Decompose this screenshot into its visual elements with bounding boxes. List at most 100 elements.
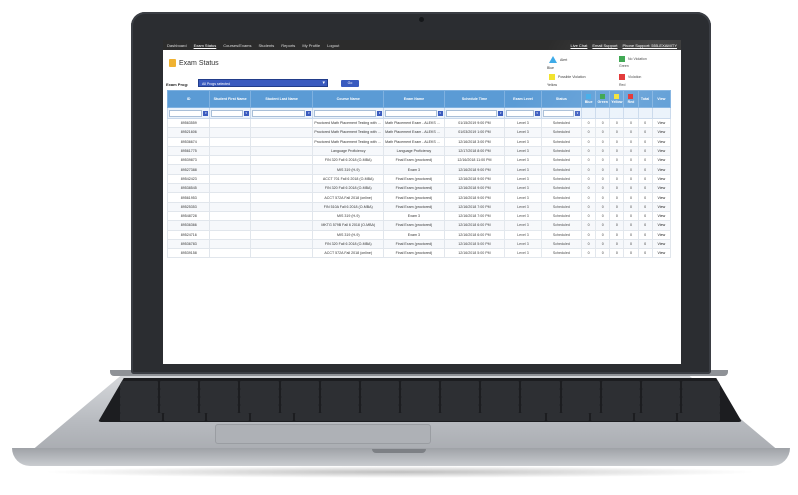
filter-icon[interactable]: ▾ (377, 110, 383, 116)
view-link[interactable]: View (651, 229, 671, 240)
table-row[interactable]: 89536783 FIN 320 Fall 6 2018 (O-MBA) Final… (167, 238, 671, 250)
key (240, 381, 279, 389)
view-link[interactable]: View (651, 136, 671, 147)
view-link[interactable]: View (651, 210, 671, 222)
table-cell (249, 210, 314, 222)
table-cell: Scheduled (540, 145, 583, 157)
table-row[interactable]: 89561775 Language Proficiency Language Pro… (167, 145, 671, 157)
nav-support-link-0[interactable]: Live Chat (570, 43, 587, 48)
table-row[interactable]: 89527388 MIS 319 (H-9) Exam 3 12/16/2018 9:… (167, 164, 671, 175)
table-row[interactable]: 89539158 ACCT 572A Fall 2018 (online) Fina… (167, 248, 671, 259)
key (360, 381, 399, 389)
view-link[interactable]: View (651, 155, 671, 166)
filter-icon[interactable]: ▾ (437, 110, 443, 116)
filter-icon[interactable]: ▾ (498, 110, 504, 116)
table-row[interactable]: 89536366 MKTG 579B Fall 6 2018 (O-MBA) Fin… (167, 220, 671, 231)
table-cell (249, 155, 314, 166)
table-cell: 0 (609, 173, 625, 185)
filter-icon[interactable]: ▾ (534, 110, 540, 116)
table-row[interactable]: 89563559 Proctored Math Placement Testing… (167, 117, 671, 129)
table-row[interactable]: 89524716 MIS 319 (H-9) Exam 3 12/16/2018 6:… (167, 229, 671, 240)
filter-input[interactable] (385, 109, 437, 117)
table-row[interactable]: 89542423 ACCT 701 Fall 6 2018 (O-MBA) Fina… (167, 173, 671, 185)
table-row[interactable]: 89525353 FIN 510A Fall 6 2018 (O-MBA) Fina… (167, 201, 671, 212)
table-cell: 12/16/2018 3:00 PM (443, 136, 506, 147)
exam-prog-select[interactable]: All Progs selected (198, 79, 328, 87)
filter-cell: ▾ (312, 107, 385, 119)
column-header-student-last-name[interactable]: Student Last Name (249, 90, 314, 108)
view-link[interactable]: View (651, 192, 671, 203)
view-link[interactable]: View (651, 220, 671, 231)
column-header-status[interactable]: Status (540, 90, 583, 108)
column-header-blue[interactable]: Blue (581, 90, 597, 108)
column-header-course-name[interactable]: Course Name (312, 90, 385, 108)
table-row[interactable]: 89538545 FIN 320 Fall 6 2018 (O-MBA) Final… (167, 183, 671, 194)
table-cell: 89539873 (167, 155, 211, 166)
nav-support-link-2[interactable]: Phone Support: 555-EXAMITY (623, 43, 677, 48)
column-header-student-first-name[interactable]: Student First Name (209, 90, 251, 108)
view-link[interactable]: View (651, 248, 671, 259)
table-row[interactable]: 89548728 MIS 319 (H-9) Exam 3 12/16/2018 7:… (167, 210, 671, 222)
view-link[interactable]: View (651, 164, 671, 175)
view-link[interactable]: View (651, 173, 671, 185)
view-link[interactable]: View (651, 183, 671, 194)
nav-item-my-profile[interactable]: My Profile (302, 43, 320, 48)
filter-input[interactable] (542, 109, 575, 117)
column-header-label: Student First Name (213, 97, 247, 101)
filter-icon[interactable]: ▾ (575, 110, 581, 116)
nav-item-students[interactable]: Students (259, 43, 275, 48)
column-header-id[interactable]: ID (167, 90, 211, 108)
nav-item-logout[interactable]: Logout (327, 43, 339, 48)
filter-icon[interactable]: ▾ (243, 110, 249, 116)
table-cell: Scheduled (540, 238, 583, 250)
table-row[interactable]: 89536674 Proctored Math Placement Testing… (167, 136, 671, 147)
table-cell: 0 (637, 192, 653, 203)
filter-input[interactable] (445, 109, 498, 117)
filter-input[interactable] (169, 109, 203, 117)
filter-icon[interactable]: ▾ (306, 110, 312, 116)
column-header-yellow[interactable]: Yellow (609, 90, 625, 108)
nav-item-exam-status[interactable]: Exam Status (194, 43, 217, 48)
table-cell: 89525353 (167, 201, 211, 212)
nav-item-reports[interactable]: Reports (281, 43, 295, 48)
key (200, 405, 239, 413)
key (320, 389, 359, 397)
view-link[interactable]: View (651, 238, 671, 250)
column-header-red[interactable]: Red (623, 90, 639, 108)
go-button[interactable]: Go (341, 80, 359, 87)
webcam-icon (419, 17, 424, 22)
column-header-exam-level[interactable]: Exam Level (504, 90, 542, 108)
filter-input[interactable] (506, 109, 534, 117)
column-header-view[interactable]: View (651, 90, 671, 108)
table-row[interactable]: 89539873 FIN 320 Fall 6 2018 (O-MBA) Final… (167, 155, 671, 166)
table-row[interactable]: 89561953 ACCT 572A Fall 2018 (online) Fina… (167, 192, 671, 203)
filter-icon[interactable]: ▾ (203, 110, 209, 116)
view-link[interactable]: View (651, 117, 671, 129)
column-header-green[interactable]: Green (595, 90, 611, 108)
nav-item-courses-exams[interactable]: Courses/Exams (223, 43, 251, 48)
filter-input[interactable] (211, 109, 243, 117)
table-cell: ACCT 572A Fall 2018 (online) (312, 192, 385, 203)
nav-item-dashboard[interactable]: Dashboard (167, 43, 187, 48)
filter-input[interactable] (251, 109, 306, 117)
column-header-total[interactable]: Total (637, 90, 653, 108)
legend-red-label: Violation (628, 75, 642, 79)
view-link[interactable]: View (651, 127, 671, 138)
filter-cell: ▾ (209, 107, 251, 119)
column-header-exam-name[interactable]: Exam Name (383, 90, 445, 108)
view-link[interactable]: View (651, 145, 671, 157)
nav-support-link-1[interactable]: Email Support (592, 43, 617, 48)
view-link[interactable]: View (651, 201, 671, 212)
table-cell: 89548728 (167, 210, 211, 222)
table-cell: Final Exam (proctored) (383, 155, 445, 166)
table-cell (209, 136, 251, 147)
table-cell: 89561775 (167, 145, 211, 157)
key (561, 389, 600, 397)
table-row[interactable]: 89521606 Proctored Math Placement Testing… (167, 127, 671, 138)
keyboard-row (98, 397, 742, 405)
flag-legend: Alert Blue No Violation Green Possible V… (541, 50, 681, 94)
filter-input[interactable] (314, 109, 377, 117)
column-header-schedule-time[interactable]: Schedule Time (443, 90, 506, 108)
exam-status-table-wrap[interactable]: ID Student First Name Student Last Name Cou… (167, 90, 671, 364)
key (400, 389, 440, 397)
